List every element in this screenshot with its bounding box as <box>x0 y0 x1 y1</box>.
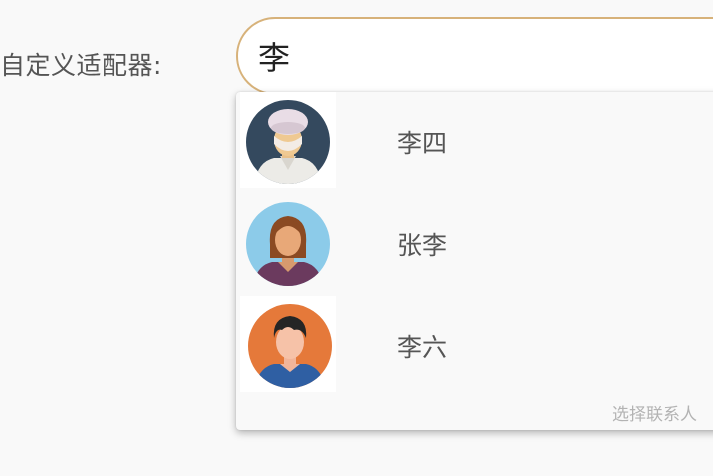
field-label: 自定义适配器: <box>0 51 162 80</box>
avatar <box>240 194 336 290</box>
dropdown-footer-hint: 选择联系人 <box>612 405 697 425</box>
avatar <box>240 296 336 392</box>
chef-avatar-icon <box>246 100 330 184</box>
option-name: 李六 <box>397 333 448 362</box>
dropdown-option[interactable]: 张李 <box>236 194 713 294</box>
search-input[interactable] <box>258 33 698 79</box>
option-name: 李四 <box>397 129 448 158</box>
dropdown-option[interactable]: 李四 <box>236 92 713 192</box>
dropdown-option[interactable]: 李六 <box>236 296 713 396</box>
autocomplete-dropdown: 李四 张李 李六 选择联系人 <box>236 92 713 430</box>
man-avatar-icon <box>248 304 332 388</box>
option-name: 张李 <box>397 231 448 260</box>
page: 自定义适配器: 李 李四 张李 李六 选择联系人 <box>0 0 713 476</box>
avatar <box>240 92 336 188</box>
woman-avatar-icon <box>246 202 330 286</box>
search-input-container[interactable] <box>236 17 713 95</box>
